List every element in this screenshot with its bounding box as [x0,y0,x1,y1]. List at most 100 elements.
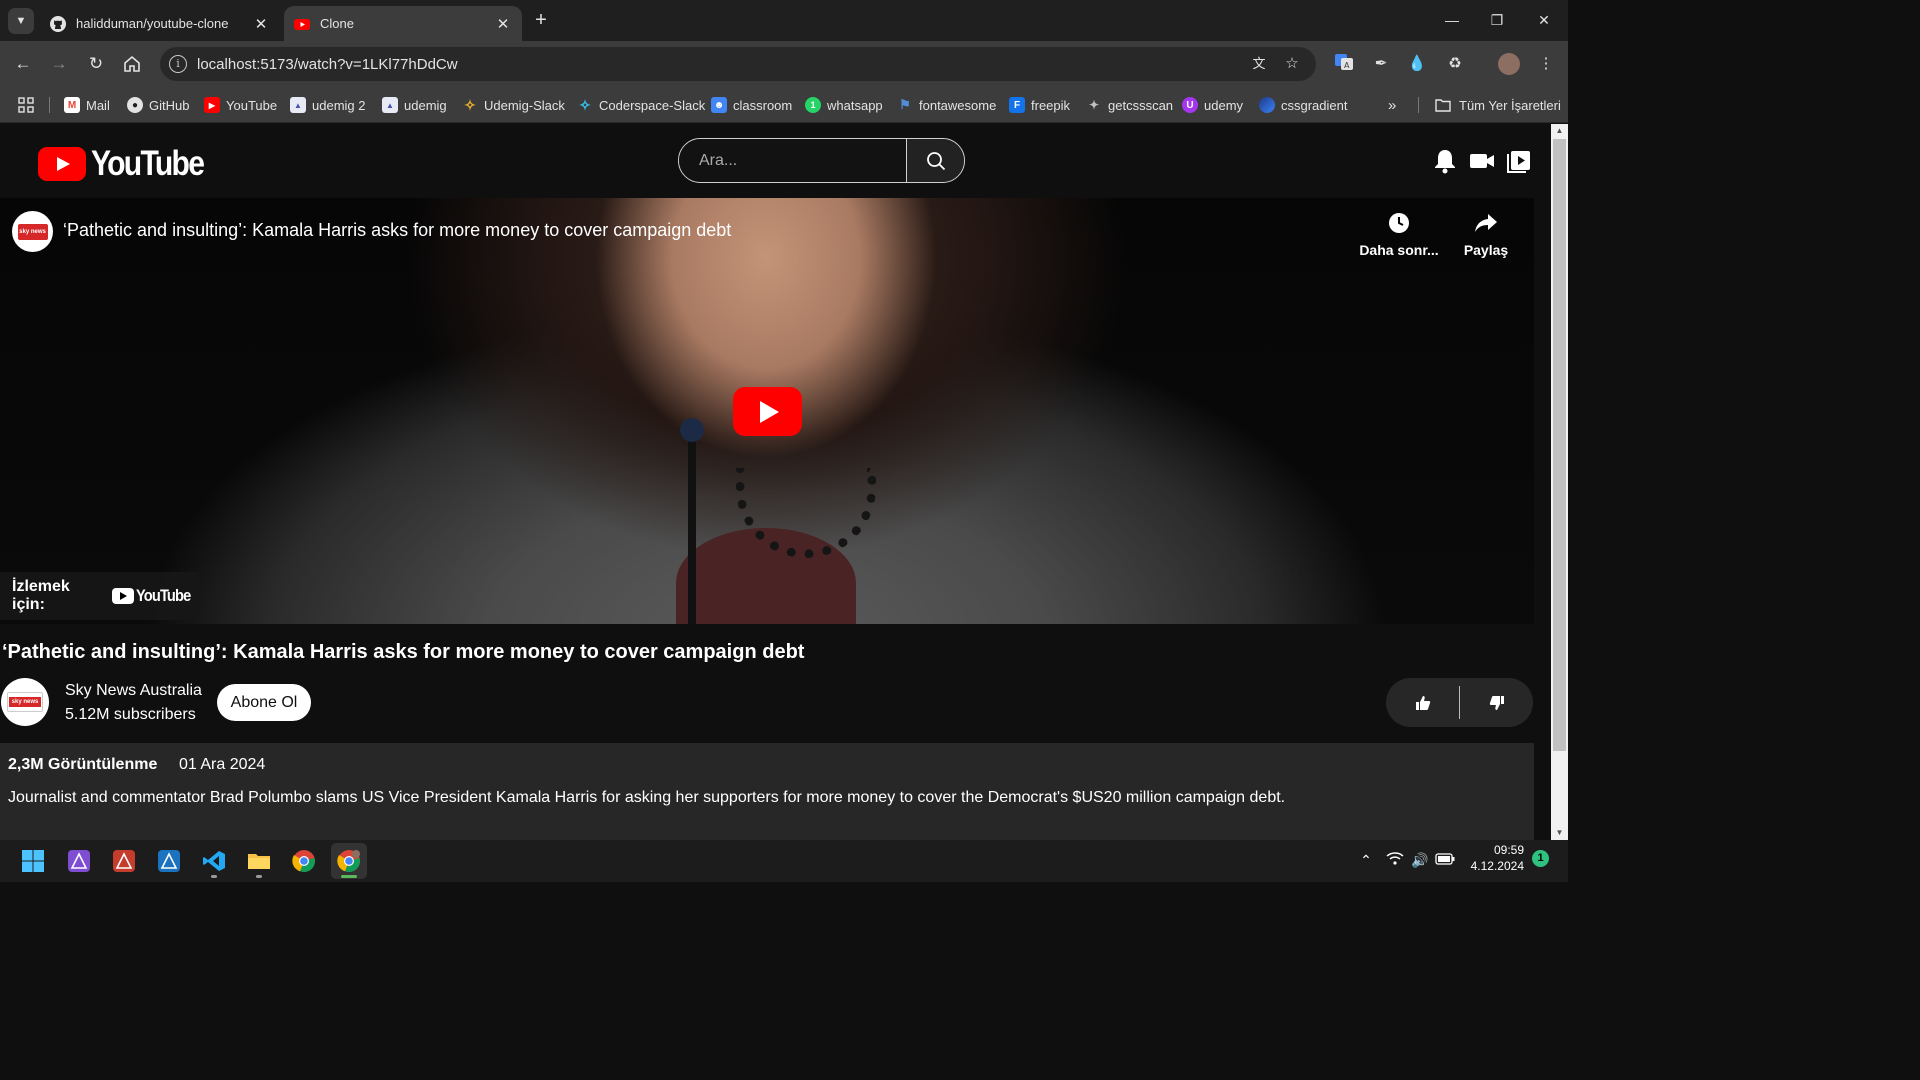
search-button[interactable] [906,139,964,182]
watch-on-youtube-button[interactable]: İzlemek için: YouTube [0,572,199,620]
scrollbar-thumb[interactable] [1553,139,1566,751]
reload-icon[interactable]: ↻ [83,51,109,77]
file-explorer-icon[interactable] [241,843,277,879]
bookmark-udemy[interactable]: Uudemy [1182,95,1243,115]
show-hidden-icons-chevron-icon[interactable]: ⌃ [1356,850,1376,870]
all-bookmarks-folder[interactable]: Tüm Yer İşaretleri [1435,95,1561,115]
video-library-icon[interactable] [1506,148,1532,174]
bookmark-label: udemy [1204,97,1244,113]
bookmark-fontawesome[interactable]: ⚑ fontawesome [897,95,996,115]
extensions-puzzle-icon[interactable]: ♻ [1443,52,1467,76]
player-channel-avatar[interactable]: sky news [12,211,53,252]
tab-close-icon[interactable]: ✕ [252,15,270,33]
getcssscan-icon: ✦ [1088,98,1100,112]
bookmark-getcssscan[interactable]: ✦ getcssscan [1086,95,1173,115]
address-bar[interactable]: i localhost:5173/watch?v=1LKl77hDdCw 文 ☆ [160,47,1316,81]
bookmark-label: Coderspace-Slack [599,97,706,113]
battery-icon[interactable] [1435,850,1455,870]
dislike-button[interactable] [1460,678,1533,727]
running-indicator [256,875,262,878]
wifi-icon[interactable] [1385,850,1405,870]
channel-avatar[interactable]: sky news [1,678,49,726]
vscode-icon[interactable] [196,843,232,879]
thumbs-up-icon [1415,695,1430,710]
drop-extension-icon[interactable]: 💧 [1405,52,1429,76]
close-window-icon[interactable]: ✕ [1529,8,1559,32]
affinity-publisher-icon[interactable] [106,843,142,879]
windows-start-icon[interactable] [15,843,51,879]
restore-window-icon[interactable]: ❐ [1482,8,1512,32]
scroll-down-arrow-icon[interactable]: ▼ [1551,826,1568,840]
fontawesome-icon: ⚑ [899,97,911,112]
url-text[interactable]: localhost:5173/watch?v=1LKl77hDdCw [197,56,458,73]
notification-badge[interactable]: 1 [1532,850,1549,867]
page-scrollbar[interactable]: ▲ ▼ [1551,124,1568,840]
color-picker-extension-icon[interactable]: ✒ [1369,52,1393,76]
bookmark-classroom[interactable]: ☻ classroom [711,95,792,115]
bookmark-udemig[interactable]: ▲ udemig [382,95,447,115]
browser-toolbar: ← → ↻ i localhost:5173/watch?v=1LKl77hDd… [0,41,1568,87]
video-camera-icon[interactable] [1469,148,1495,174]
minimize-window-icon[interactable]: — [1437,8,1467,32]
more-bookmarks-chevron-icon[interactable]: » [1388,95,1396,115]
clock-date: 4.12.2024 [1470,859,1524,873]
sky-news-logo-icon: sky news [7,692,43,712]
tab-close-icon[interactable]: ✕ [494,15,512,33]
watch-later-button[interactable]: Daha sonr... [1354,212,1444,258]
subscribe-button[interactable]: Abone Ol [217,684,311,721]
youtube-mini-play-icon [111,588,134,604]
share-button[interactable]: Paylaş [1441,212,1531,258]
bookmark-udemig-slack[interactable]: ✧ Udemig-Slack [462,95,565,115]
tab-search-dropdown-icon[interactable]: ▼ [8,8,34,34]
site-info-icon[interactable]: i [169,55,187,73]
profile-avatar[interactable] [1497,52,1521,76]
affinity-designer-icon[interactable] [151,843,187,879]
scroll-up-arrow-icon[interactable]: ▲ [1551,124,1568,138]
chrome-profile-icon[interactable] [331,843,367,879]
forward-arrow-icon[interactable]: → [46,51,72,77]
udemig-icon: ▲ [382,97,398,113]
thumbs-down-icon [1489,695,1504,710]
video-title: ‘Pathetic and insulting’: Kamala Harris … [2,641,805,663]
bookmark-coderspace-slack[interactable]: ✧ Coderspace-Slack [577,95,705,115]
bookmark-whatsapp[interactable]: 1 whatsapp [805,95,883,115]
apps-grid-icon[interactable] [18,95,34,115]
youtube-logo[interactable]: YouTube [38,144,222,184]
new-tab-button[interactable]: + [530,8,552,32]
bookmark-freepik[interactable]: Ffreepik [1009,95,1070,115]
google-translate-extension-icon[interactable]: A [1332,52,1356,76]
browser-tab-github[interactable]: halidduman/youtube-clone ✕ [40,6,280,41]
volume-icon[interactable]: 🔊 [1410,850,1430,870]
browser-tab-clone[interactable]: Clone ✕ [284,6,522,41]
translate-icon[interactable]: 文 [1249,54,1269,74]
bookmark-star-icon[interactable]: ☆ [1282,54,1302,74]
windows-taskbar: ⌃ 🔊 09:59 4.12.2024 1 [0,840,1568,882]
bell-icon[interactable] [1432,148,1458,174]
play-button[interactable] [733,387,802,436]
back-arrow-icon[interactable]: ← [10,51,36,77]
watch-on-label: İzlemek için: [12,578,70,613]
player-title[interactable]: ‘Pathetic and insulting’: Kamala Harris … [63,220,731,241]
description-panel[interactable]: 2,3M Görüntülenme 01 Ara 2024 Journalist… [0,743,1534,840]
all-bookmarks-label: Tüm Yer İşaretleri [1459,97,1561,113]
browser-tab-strip: ▼ halidduman/youtube-clone ✕ Clone ✕ + —… [0,0,1568,41]
video-frame-detail [680,418,704,624]
slack-icon: ✧ [464,96,476,113]
bookmark-udemig-2[interactable]: ▲ udemig 2 [290,95,365,115]
affinity-photo-icon[interactable] [61,843,97,879]
like-button[interactable] [1386,678,1459,727]
bookmark-mail[interactable]: M Mail [64,95,110,115]
bookmark-github[interactable]: ● GitHub [127,95,189,115]
home-icon[interactable] [119,51,145,77]
browser-menu-icon[interactable]: ⋮ [1534,52,1558,76]
chrome-icon[interactable] [286,843,322,879]
github-icon [50,15,66,32]
bookmark-cssgradient[interactable]: cssgradient [1259,95,1347,115]
video-player[interactable]: sky news ‘Pathetic and insulting’: Kamal… [0,198,1534,624]
sky-news-badge-text: sky news [9,697,41,707]
system-clock[interactable]: 09:59 4.12.2024 [1466,842,1524,874]
youtube-icon: ▶ [204,97,220,113]
bookmark-youtube[interactable]: ▶ YouTube [204,95,277,115]
channel-name[interactable]: Sky News Australia [65,682,202,700]
search-input[interactable] [679,139,907,182]
